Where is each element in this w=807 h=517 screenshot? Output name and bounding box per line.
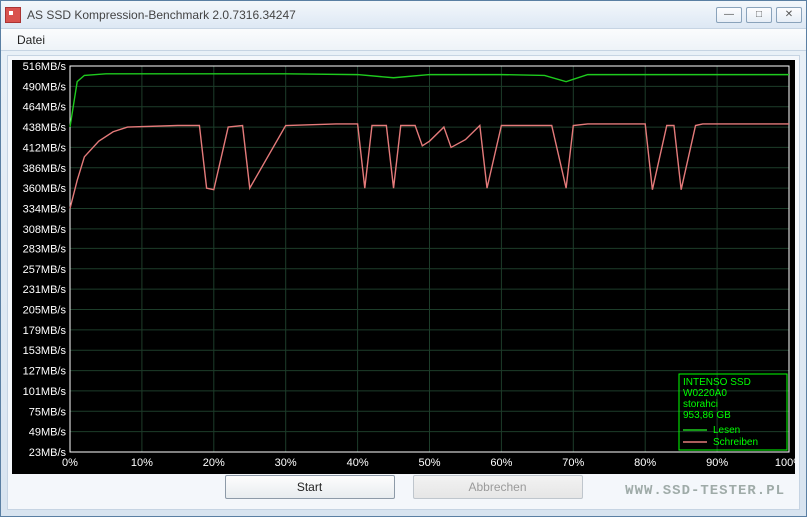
client-area: 516MB/s 490MB/s 464MB/s 438MB/s 412MB/s 386MB… <box>7 55 800 510</box>
svg-text:30%: 30% <box>275 457 297 469</box>
benchmark-chart: 516MB/s 490MB/s 464MB/s 438MB/s 412MB/s 386MB… <box>12 60 795 474</box>
svg-text:20%: 20% <box>203 457 225 469</box>
svg-text:INTENSO SSD: INTENSO SSD <box>683 377 751 388</box>
svg-text:80%: 80% <box>634 457 656 469</box>
close-button[interactable]: ✕ <box>776 7 802 23</box>
svg-text:283MB/s: 283MB/s <box>23 243 67 255</box>
svg-text:308MB/s: 308MB/s <box>23 224 67 236</box>
svg-text:40%: 40% <box>347 457 369 469</box>
svg-text:70%: 70% <box>562 457 584 469</box>
svg-text:101MB/s: 101MB/s <box>23 386 67 398</box>
svg-text:75MB/s: 75MB/s <box>29 406 67 418</box>
svg-text:464MB/s: 464MB/s <box>23 102 67 114</box>
menubar: Datei <box>1 29 806 51</box>
svg-text:490MB/s: 490MB/s <box>23 81 67 93</box>
minimize-button[interactable]: — <box>716 7 742 23</box>
svg-text:179MB/s: 179MB/s <box>23 325 67 337</box>
maximize-button[interactable]: □ <box>746 7 772 23</box>
svg-text:60%: 60% <box>490 457 512 469</box>
svg-text:50%: 50% <box>418 457 440 469</box>
svg-text:Schreiben: Schreiben <box>713 437 758 448</box>
svg-text:127MB/s: 127MB/s <box>23 366 67 378</box>
svg-text:0%: 0% <box>62 457 78 469</box>
svg-text:412MB/s: 412MB/s <box>23 142 67 154</box>
svg-text:438MB/s: 438MB/s <box>23 122 67 134</box>
svg-text:90%: 90% <box>706 457 728 469</box>
svg-text:153MB/s: 153MB/s <box>23 345 67 357</box>
window-controls: — □ ✕ <box>716 7 802 23</box>
svg-text:W0220A0: W0220A0 <box>683 388 727 399</box>
svg-text:10%: 10% <box>131 457 153 469</box>
abort-button: Abbrechen <box>413 475 583 499</box>
svg-text:205MB/s: 205MB/s <box>23 305 67 317</box>
app-window: AS SSD Kompression-Benchmark 2.0.7316.34… <box>0 0 807 517</box>
svg-text:231MB/s: 231MB/s <box>23 284 67 296</box>
svg-text:23MB/s: 23MB/s <box>29 447 67 459</box>
svg-text:386MB/s: 386MB/s <box>23 163 67 175</box>
svg-text:257MB/s: 257MB/s <box>23 264 67 276</box>
start-button[interactable]: Start <box>225 475 395 499</box>
app-icon <box>5 7 21 23</box>
watermark: WWW.SSD-TESTER.PL <box>625 483 785 499</box>
svg-text:360MB/s: 360MB/s <box>23 183 67 195</box>
titlebar: AS SSD Kompression-Benchmark 2.0.7316.34… <box>1 1 806 29</box>
svg-text:334MB/s: 334MB/s <box>23 203 67 215</box>
svg-text:516MB/s: 516MB/s <box>23 61 67 73</box>
window-title: AS SSD Kompression-Benchmark 2.0.7316.34… <box>27 8 716 22</box>
svg-text:49MB/s: 49MB/s <box>29 427 67 439</box>
menu-file[interactable]: Datei <box>9 31 53 49</box>
svg-text:storahci: storahci <box>683 399 718 410</box>
svg-text:Lesen: Lesen <box>713 425 740 436</box>
svg-text:953,86 GB: 953,86 GB <box>683 410 731 421</box>
svg-text:100%: 100% <box>775 457 795 469</box>
